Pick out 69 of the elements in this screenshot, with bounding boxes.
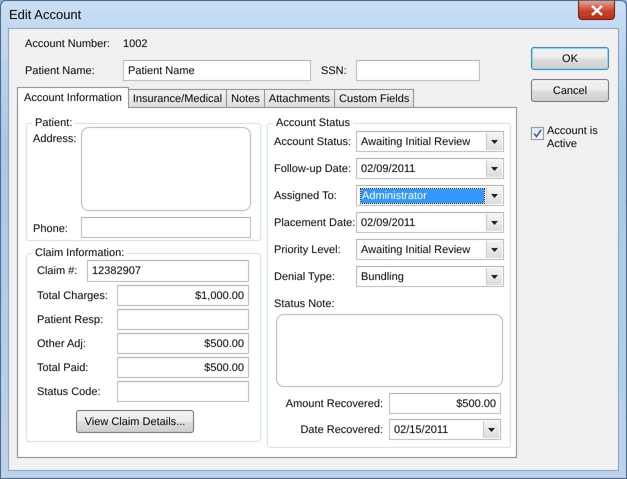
field-label: Total Paid: <box>36 362 88 374</box>
field-label: Priority Level: <box>274 244 342 256</box>
field-label: Status Note: <box>274 298 336 310</box>
group-title: Account Status <box>275 117 351 129</box>
field-label: Phone: <box>33 222 69 234</box>
field-label: Claim #: <box>36 265 78 277</box>
caret-icon <box>491 220 498 224</box>
field-label: Follow-up Date: <box>274 162 352 174</box>
group-title: Claim Information: <box>34 247 126 259</box>
field-label: Placement Date: <box>274 216 356 228</box>
field-label: Assigned To: <box>274 190 338 202</box>
caret-icon <box>491 194 498 198</box>
tab[interactable]: Account Information <box>17 87 129 108</box>
dropdown-field[interactable]: 02/09/2011 <box>356 212 504 233</box>
dialog-button[interactable]: Cancel <box>531 79 609 102</box>
field-label: Other Adj: <box>36 338 86 350</box>
tab[interactable]: Notes <box>226 89 265 107</box>
address-field[interactable] <box>81 127 251 211</box>
close-button[interactable] <box>578 1 615 20</box>
text-field[interactable]: $1,000.00 <box>117 285 249 306</box>
window-title: Edit Account <box>8 6 82 22</box>
dropdown-button[interactable] <box>486 187 502 204</box>
dropdown-field[interactable]: Awaiting Initial Review <box>356 239 504 260</box>
ssn-field[interactable] <box>356 60 480 81</box>
dropdown-button[interactable] <box>486 214 502 231</box>
status-note-field[interactable] <box>276 314 503 387</box>
dropdown-button[interactable] <box>486 133 502 150</box>
patient-name-field[interactable]: Patient Name <box>123 60 311 81</box>
dropdown-button[interactable] <box>486 241 502 258</box>
dropdown-button[interactable] <box>486 160 502 177</box>
close-icon <box>590 4 604 16</box>
checkbox-label: Account is Active <box>547 125 599 151</box>
tab[interactable]: Attachments <box>264 89 336 107</box>
dialog-button[interactable]: OK <box>531 47 609 70</box>
field-label: Date Recovered: <box>299 424 384 436</box>
view-claim-details-button[interactable]: View Claim Details... <box>76 410 194 433</box>
field-label: Account Number: <box>25 38 111 50</box>
text-field[interactable]: $500.00 <box>389 393 501 414</box>
text-field[interactable]: $500.00 <box>117 357 249 378</box>
caret-icon <box>491 274 498 278</box>
caret-icon <box>488 428 495 432</box>
dropdown-field[interactable]: 02/15/2011 <box>389 419 501 440</box>
text-field[interactable]: 12382907 <box>87 260 249 282</box>
field-label: Address: <box>33 132 78 147</box>
field-label: Patient Name: <box>25 64 96 76</box>
dropdown-field[interactable]: Bundling <box>356 266 504 287</box>
phone-field[interactable] <box>81 217 251 238</box>
tab[interactable]: Insurance/Medical <box>128 89 228 107</box>
caret-icon <box>491 248 498 252</box>
account-number: 1002 <box>123 38 148 50</box>
caret-icon <box>491 140 498 144</box>
field-label: Total Charges: <box>36 290 108 302</box>
text-field[interactable] <box>117 381 249 402</box>
dropdown-button[interactable] <box>486 268 502 285</box>
field-label: Amount Recovered: <box>284 398 384 410</box>
field-label: Account Status: <box>274 136 352 148</box>
checkbox[interactable] <box>531 127 544 140</box>
text-field[interactable]: $500.00 <box>117 333 249 354</box>
dropdown-field[interactable]: Awaiting Initial Review <box>356 131 504 152</box>
field-label: Denial Type: <box>274 270 336 282</box>
field-label: SSN: <box>321 64 347 76</box>
group-title: Patient: <box>34 117 74 129</box>
field-label: Patient Resp: <box>36 314 104 326</box>
field-label: Status Code: <box>36 386 101 398</box>
dropdown-button[interactable] <box>483 421 499 438</box>
text-field[interactable] <box>117 309 249 330</box>
caret-icon <box>491 166 498 170</box>
tab[interactable]: Custom Fields <box>334 89 414 107</box>
dropdown-field[interactable]: 02/09/2011 <box>356 158 504 179</box>
